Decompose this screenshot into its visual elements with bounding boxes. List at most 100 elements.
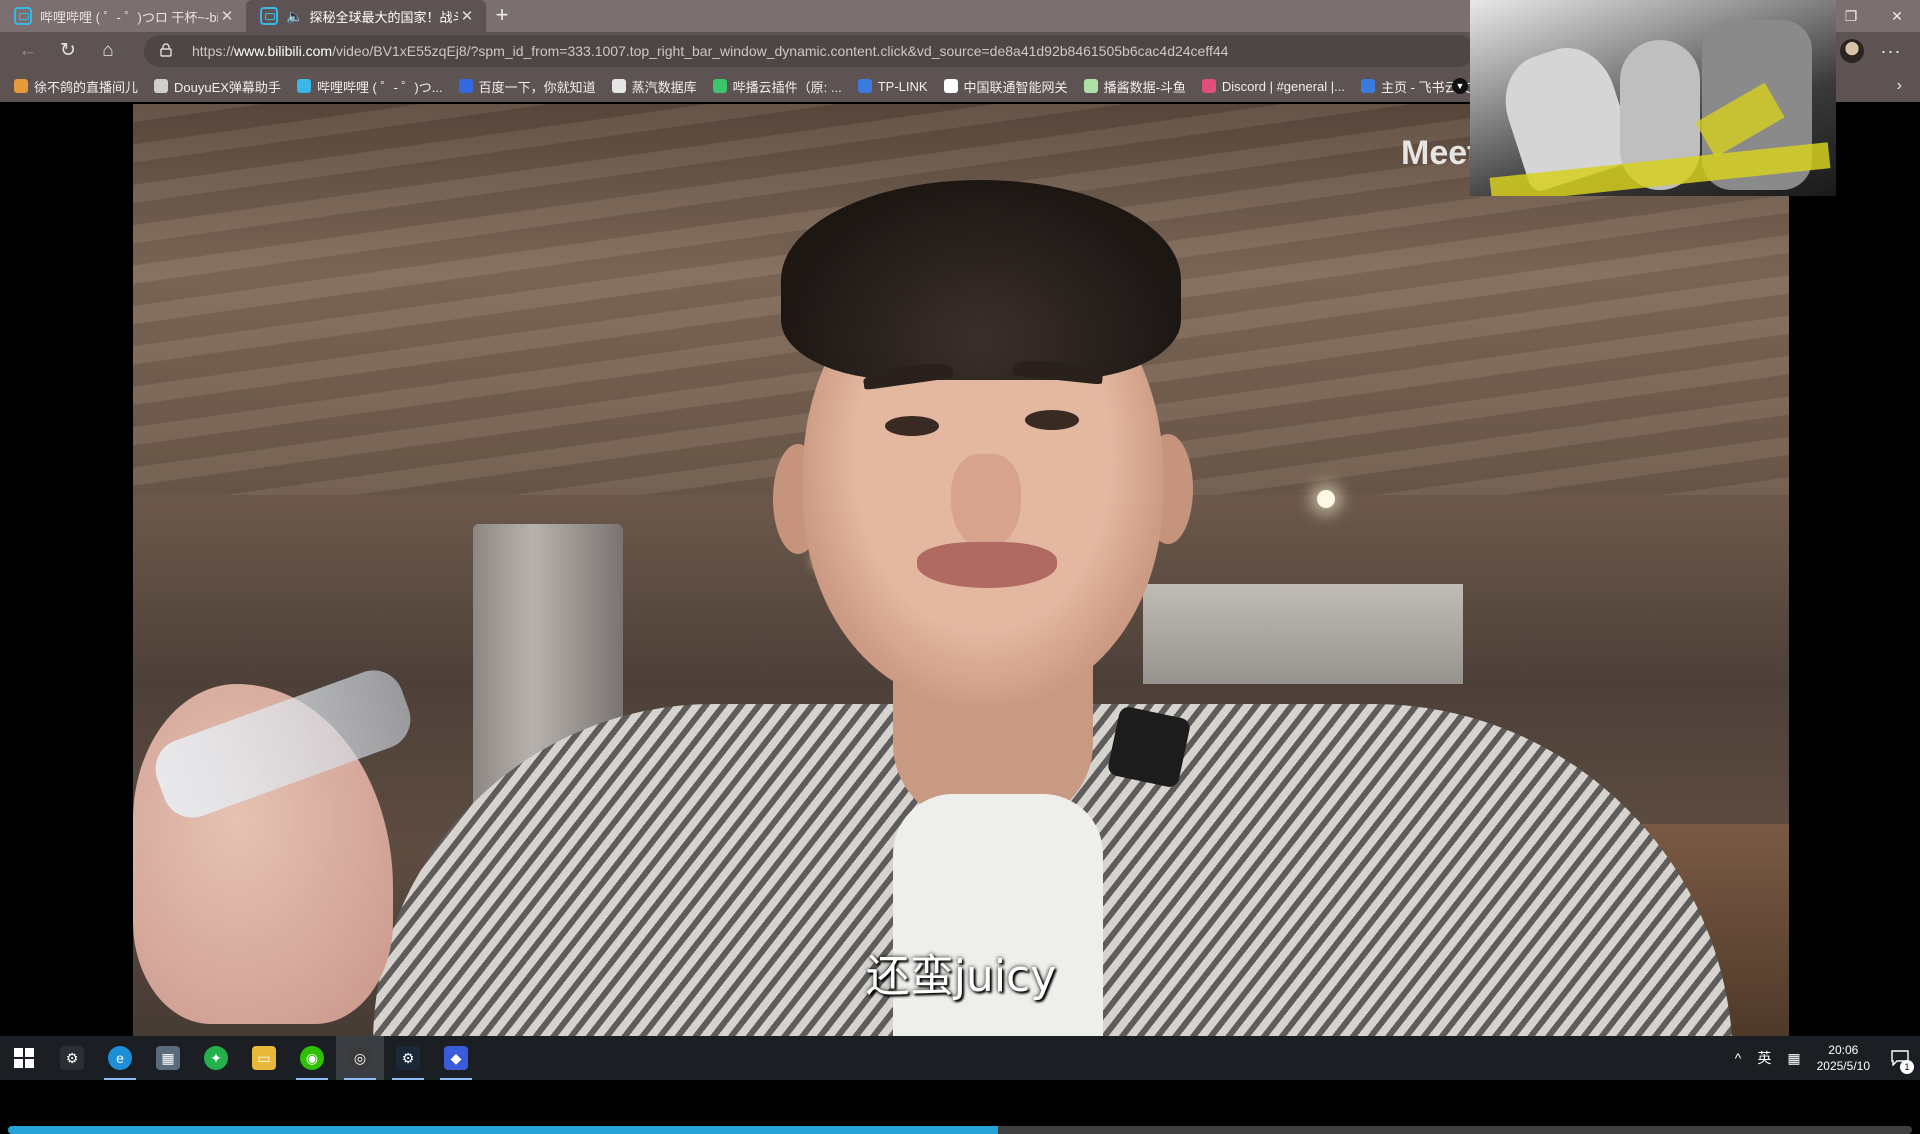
video-person [133, 104, 1789, 1036]
bookmark-label: 蒸汽数据库 [631, 79, 697, 95]
taskbar-apps: ⚙ e ▦ ✦ ▭ ◉ ◎ ⚙ ◆ [48, 1036, 480, 1080]
close-tab-icon[interactable]: ✕ [458, 7, 476, 25]
taskbar-clock[interactable]: 20:06 2025/5/10 [1817, 1042, 1870, 1074]
url-text[interactable]: https://www.bilibili.com/video/BV1xE55zq… [192, 43, 1228, 59]
bookmark-label: TP-LINK [877, 78, 928, 94]
bookmark-item[interactable]: 哔哩哔哩 ( ゜- ゜)つ... [296, 77, 443, 96]
bookmark-item[interactable]: 哔播云插件（原: ... [712, 77, 842, 96]
taskbar-obs[interactable]: ◎ [336, 1036, 384, 1080]
profile-avatar[interactable] [1840, 39, 1864, 63]
bookmark-item[interactable]: 播酱数据-斗鱼 [1083, 77, 1186, 96]
person-eye [885, 416, 939, 436]
notification-badge: 1 [1900, 1060, 1914, 1074]
close-window-button[interactable]: ✕ [1874, 0, 1920, 32]
bookmark-favicon-icon [154, 79, 169, 93]
close-tab-icon[interactable]: ✕ [218, 7, 236, 25]
start-button[interactable] [0, 1036, 48, 1080]
bilibili-icon [14, 7, 32, 25]
bookmarks-chevron-icon[interactable]: › [1897, 70, 1902, 102]
taskbar-edge[interactable]: e [96, 1036, 144, 1080]
tab-current-video[interactable]: 🔈 探秘全球最大的国家！战斗 ✕ [246, 0, 486, 32]
tab-bilibili-home[interactable]: 哔哩哔哩 ( ゜- ゜)つロ 干杯~-bilibili ✕ [0, 0, 246, 32]
edge-icon: e [108, 1046, 132, 1070]
taskbar-settings[interactable]: ⚙ [48, 1036, 96, 1080]
bookmark-favicon-icon [857, 79, 872, 93]
bookmark-item[interactable]: Discord | #general |... [1201, 78, 1345, 94]
bookmark-label: 中国联通智能网关 [963, 79, 1068, 95]
tab-title: 哔哩哔哩 ( ゜- ゜)つロ 干杯~-bilibili [40, 9, 218, 25]
windows-logo-icon [14, 1048, 34, 1068]
bookmark-favicon-icon [712, 79, 727, 93]
bookmark-favicon-icon [1201, 79, 1216, 93]
bookmark-favicon-icon [943, 79, 958, 93]
lock-icon[interactable] [160, 42, 176, 60]
bilibili-icon [260, 7, 278, 25]
url-host: www.bilibili.com [234, 43, 333, 59]
video-progress-fill [8, 1126, 999, 1134]
notification-center-button[interactable]: 1 [1880, 1036, 1920, 1080]
bookmarks-overflow-icon[interactable]: ▼ [1452, 78, 1468, 94]
clock-time: 20:06 [1828, 1043, 1859, 1057]
person-nose [951, 454, 1021, 549]
tray-chevron-icon[interactable]: ^ [1735, 1050, 1742, 1066]
bookmark-label: 主页 - 飞书云文档 [1381, 79, 1484, 95]
browser-window: 哔哩哔哩 ( ゜- ゜)つロ 干杯~-bilibili ✕ 🔈 探秘全球最大的国… [0, 0, 1920, 1134]
app-blue-icon: ◆ [444, 1046, 468, 1070]
person-mouth [917, 542, 1057, 588]
address-bar[interactable]: https://www.bilibili.com/video/BV1xE55zq… [144, 35, 1474, 67]
file-explorer-icon: ▭ [252, 1046, 276, 1070]
app-green-icon: ✦ [204, 1046, 228, 1070]
video-player[interactable]: Meet 还蛮juicy [133, 104, 1789, 1036]
speaker-icon[interactable]: 🔈 [286, 8, 303, 25]
back-button[interactable]: ← [8, 32, 48, 70]
url-prefix: https:// [192, 43, 235, 59]
taskbar-file-explorer[interactable]: ▭ [240, 1036, 288, 1080]
wechat-icon: ◉ [300, 1046, 324, 1070]
bookmark-label: 哔哩哔哩 ( ゜- ゜)つ... [316, 79, 443, 95]
bookmark-label: 播酱数据-斗鱼 [1103, 79, 1186, 95]
taskbar-calculator[interactable]: ▦ [144, 1036, 192, 1080]
taskbar-app-green[interactable]: ✦ [192, 1036, 240, 1080]
bookmark-item[interactable]: 中国联通智能网关 [943, 77, 1068, 96]
bookmark-item[interactable]: 徐不鸽的直播间儿 [14, 77, 138, 96]
tab-title: 探秘全球最大的国家！战斗 [309, 9, 458, 25]
video-progress-bar[interactable] [8, 1126, 1912, 1134]
system-tray: ^ 英 ▦ 20:06 2025/5/10 1 [1727, 1036, 1920, 1080]
bookmark-label: 徐不鸽的直播间儿 [34, 79, 139, 95]
ime-grid-icon[interactable]: ▦ [1787, 1050, 1800, 1067]
bookmark-item[interactable]: 百度一下，你就知道 [458, 77, 596, 96]
person-hair [781, 180, 1181, 380]
bookmark-label: DouyuEX弹幕助手 [174, 79, 281, 95]
taskbar-steam[interactable]: ⚙ [384, 1036, 432, 1080]
obs-icon: ◎ [348, 1046, 372, 1070]
windows-taskbar: ⚙ e ▦ ✦ ▭ ◉ ◎ ⚙ ◆ ^ 英 ▦ 20:06 2025/5/10 1 [0, 1036, 1920, 1080]
bookmark-item[interactable]: TP-LINK [857, 78, 928, 94]
video-watermark: Meet [1401, 134, 1479, 172]
bookmark-favicon-icon [1361, 79, 1375, 93]
home-button[interactable]: ⌂ [88, 32, 128, 70]
ime-indicator[interactable]: 英 [1757, 1048, 1771, 1068]
bookmark-item[interactable]: DouyuEX弹幕助手 [154, 77, 281, 96]
taskbar-app-blue[interactable]: ◆ [432, 1036, 480, 1080]
bookmark-label: 哔播云插件（原: ... [732, 79, 842, 95]
more-menu-button[interactable]: ··· [1874, 32, 1908, 70]
picture-in-picture-window[interactable] [1470, 0, 1836, 196]
person-eye [1025, 410, 1079, 430]
page-viewport: Meet 还蛮juicy [0, 102, 1920, 1134]
new-tab-button[interactable]: + [486, 0, 518, 32]
bookmark-label: Discord | #general |... [1221, 78, 1345, 94]
bookmark-favicon-icon [296, 79, 311, 93]
taskbar-wechat[interactable]: ◉ [288, 1036, 336, 1080]
lapel-mic [1106, 705, 1192, 789]
bookmark-favicon-icon [611, 79, 626, 93]
clock-date: 2025/5/10 [1816, 1059, 1870, 1073]
calculator-icon: ▦ [156, 1046, 180, 1070]
lock-glyph [160, 42, 172, 57]
video-subtitle: 还蛮juicy [865, 951, 1057, 1002]
bookmark-favicon-icon [14, 79, 28, 93]
bookmark-favicon-icon [1083, 79, 1098, 93]
bookmark-item[interactable]: 蒸汽数据库 [611, 77, 697, 96]
url-path: /video/BV1xE55zqEj8/?spm_id_from=333.100… [332, 43, 1229, 59]
reload-button[interactable]: ↻ [48, 32, 88, 70]
bookmark-label: 百度一下，你就知道 [478, 79, 596, 95]
